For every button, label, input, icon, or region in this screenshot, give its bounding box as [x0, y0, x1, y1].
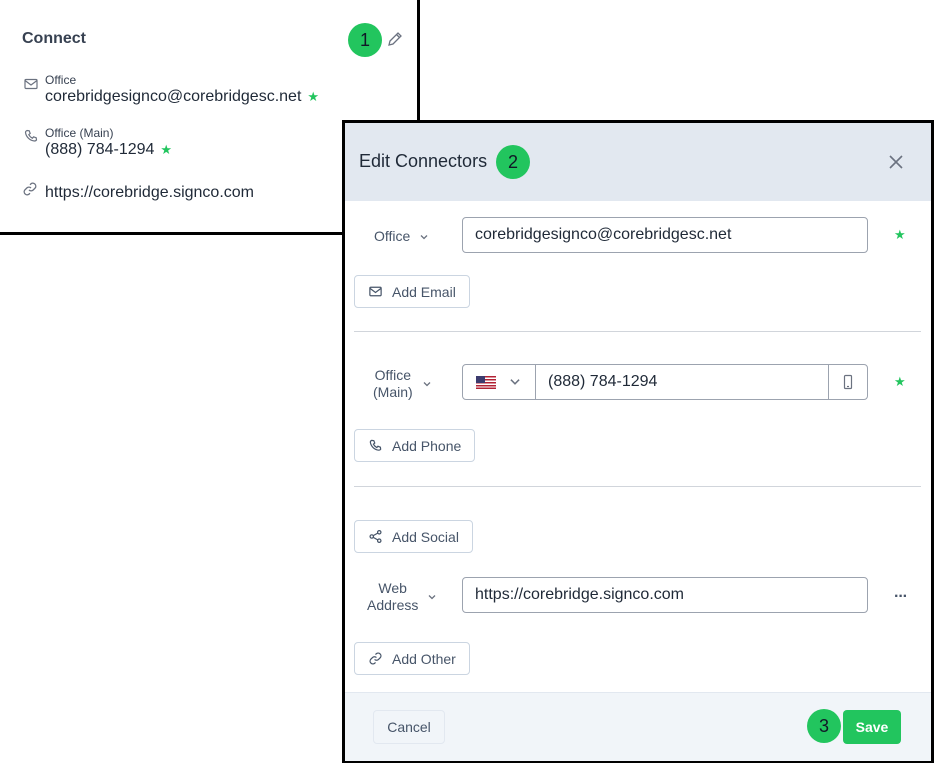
modal-title: Edit Connectors [359, 151, 488, 171]
step-badge-3: 3 [807, 709, 841, 743]
add-other-label: Add Other [392, 650, 456, 667]
phone-type-label: Office (Main) [45, 126, 114, 140]
mail-icon [369, 286, 382, 297]
link-icon [369, 652, 382, 665]
add-email-label: Add Email [392, 283, 456, 300]
phone-field: (888) 784-1294 [462, 364, 868, 400]
website-link[interactable]: https://corebridge.signco.com [45, 184, 254, 202]
modal-header: Edit Connectors 2 [345, 123, 931, 201]
add-other-button[interactable]: Add Other [354, 642, 470, 675]
phone-type-select[interactable]: Office (Main) [373, 367, 433, 401]
chevron-down-icon [420, 234, 428, 239]
cancel-button[interactable]: Cancel [373, 710, 445, 744]
edit-connectors-modal: Edit Connectors 2 Office corebridgesignc… [342, 120, 934, 763]
phone-value[interactable]: (888) 784-1294 [45, 141, 154, 158]
more-options-icon[interactable]: ··· [894, 588, 908, 606]
web-address-value[interactable]: https://corebridge.signco.com [463, 586, 684, 604]
phone-type-toggle[interactable] [828, 365, 867, 399]
primary-star-icon[interactable]: ★ [894, 374, 906, 390]
edit-pencil-icon[interactable] [386, 30, 404, 48]
step-badge-1: 1 [348, 23, 382, 57]
phone-value-row[interactable]: (888) 784-1294 ★ [45, 141, 172, 159]
add-phone-button[interactable]: Add Phone [354, 429, 476, 462]
web-address-field[interactable]: https://corebridge.signco.com [462, 577, 868, 613]
add-social-button[interactable]: Add Social [354, 520, 473, 553]
primary-star-icon: ★ [160, 142, 173, 157]
connect-title: Connect [22, 30, 86, 47]
phone-icon [369, 439, 382, 451]
email-type-label: Office [45, 73, 77, 87]
email-field-value[interactable]: corebridgesignco@corebridgesc.net [463, 226, 731, 244]
phone-field-value[interactable]: (888) 784-1294 [536, 373, 828, 391]
modal-footer: Cancel 3 Save [345, 692, 931, 761]
email-field[interactable]: corebridgesignco@corebridgesc.net [462, 217, 868, 253]
primary-star-icon: ★ [307, 89, 320, 104]
step-badge-2: 2 [496, 145, 530, 179]
divider [354, 331, 921, 332]
share-icon [369, 529, 382, 544]
chevron-down-icon [423, 382, 431, 387]
email-value[interactable]: corebridgesignco@corebridgesc.net [45, 88, 301, 105]
link-icon [23, 182, 37, 196]
mail-icon [24, 78, 38, 90]
chevron-down-icon [428, 595, 436, 600]
add-social-label: Add Social [392, 528, 459, 545]
primary-star-icon[interactable]: ★ [894, 227, 906, 243]
mobile-phone-icon [843, 374, 853, 390]
web-type-label: Web Address [367, 580, 419, 613]
close-icon[interactable] [886, 152, 906, 172]
us-flag-icon [476, 375, 496, 389]
country-select[interactable] [463, 365, 536, 399]
email-type-select[interactable]: Office [374, 228, 430, 245]
email-type-label: Office [374, 228, 411, 244]
save-button[interactable]: Save [843, 710, 901, 744]
email-value-row[interactable]: corebridgesignco@corebridgesc.net ★ [45, 88, 319, 106]
phone-icon [24, 129, 38, 142]
phone-type-label: Office (Main) [373, 367, 413, 400]
add-phone-label: Add Phone [392, 437, 462, 454]
divider [354, 486, 921, 487]
chevron-down-icon [510, 379, 520, 385]
web-type-select[interactable]: Web Address [367, 580, 438, 614]
add-email-button[interactable]: Add Email [354, 275, 470, 308]
